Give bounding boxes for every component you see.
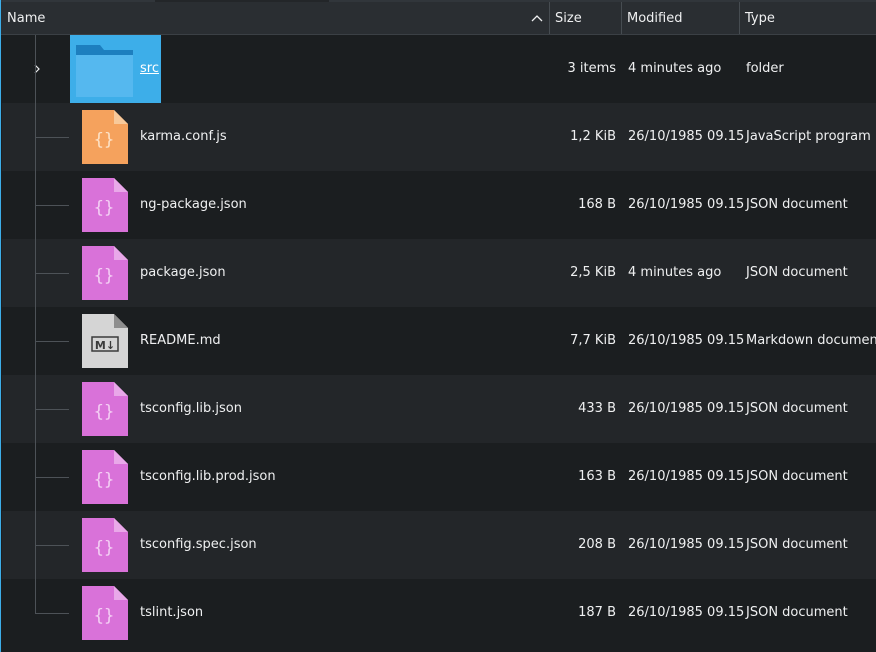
sort-ascending-icon bbox=[531, 15, 543, 22]
file-row[interactable]: {} tsconfig.spec.json 208 B 26/10/1985 0… bbox=[2, 511, 876, 579]
file-type: JSON document bbox=[746, 469, 848, 484]
svg-text:{}: {} bbox=[94, 198, 114, 218]
tree-guide-branch bbox=[35, 545, 69, 546]
tree-guide-branch bbox=[35, 273, 69, 274]
file-name: tslint.json bbox=[140, 605, 204, 620]
javascript-file-icon: {} bbox=[82, 110, 128, 164]
tree-guide-branch bbox=[35, 205, 69, 206]
column-header-name[interactable]: Name bbox=[1, 2, 550, 34]
file-modified: 26/10/1985 09.15 bbox=[628, 537, 745, 552]
svg-text:{}: {} bbox=[94, 266, 114, 286]
json-file-icon: {} bbox=[82, 586, 128, 640]
file-size: 163 B bbox=[578, 469, 616, 484]
json-file-icon: {} bbox=[82, 382, 128, 436]
svg-text:{}: {} bbox=[94, 130, 114, 150]
file-size: 3 items bbox=[567, 61, 616, 76]
column-header-type[interactable]: Type bbox=[740, 2, 876, 34]
file-type: JSON document bbox=[746, 605, 848, 620]
file-size: 1,2 KiB bbox=[570, 129, 616, 144]
svg-text:{}: {} bbox=[94, 470, 114, 490]
svg-text:{}: {} bbox=[94, 606, 114, 626]
file-size: 2,5 KiB bbox=[570, 265, 616, 280]
file-row[interactable]: {} karma.conf.js 1,2 KiB 26/10/1985 09.1… bbox=[2, 103, 876, 171]
tree-guide-branch bbox=[35, 341, 69, 342]
file-modified: 26/10/1985 09.15 bbox=[628, 333, 745, 348]
tree-guide-branch bbox=[35, 477, 69, 478]
json-file-icon: {} bbox=[82, 246, 128, 300]
file-name: tsconfig.lib.prod.json bbox=[140, 469, 276, 484]
column-header-name-label: Name bbox=[7, 11, 46, 26]
file-size: 208 B bbox=[578, 537, 616, 552]
column-header-modified-label: Modified bbox=[627, 11, 683, 26]
file-type: JavaScript program bbox=[746, 129, 871, 144]
markdown-file-icon: M↓ bbox=[82, 314, 128, 368]
file-type: Markdown document bbox=[746, 333, 876, 348]
file-type: JSON document bbox=[746, 197, 848, 212]
file-size: 187 B bbox=[578, 605, 616, 620]
file-name: tsconfig.lib.json bbox=[140, 401, 242, 416]
file-row[interactable]: {} tsconfig.lib.json 433 B 26/10/1985 09… bbox=[2, 375, 876, 443]
file-row[interactable]: {} ng-package.json 168 B 26/10/1985 09.1… bbox=[2, 171, 876, 239]
file-name: src bbox=[140, 61, 159, 76]
file-type: JSON document bbox=[746, 265, 848, 280]
file-size: 168 B bbox=[578, 197, 616, 212]
tree-guide-branch bbox=[35, 409, 69, 410]
file-row[interactable]: {} tsconfig.lib.prod.json 163 B 26/10/19… bbox=[2, 443, 876, 511]
file-row[interactable]: {} tslint.json 187 B 26/10/1985 09.15 JS… bbox=[2, 579, 876, 647]
file-modified: 26/10/1985 09.15 bbox=[628, 605, 745, 620]
file-type: folder bbox=[746, 61, 784, 76]
file-modified: 26/10/1985 09.15 bbox=[628, 401, 745, 416]
file-modified: 4 minutes ago bbox=[628, 61, 722, 76]
tree-guide-branch bbox=[35, 137, 69, 138]
svg-text:{}: {} bbox=[94, 538, 114, 558]
folder-icon bbox=[76, 45, 133, 97]
file-row[interactable]: src 3 items 4 minutes ago folder bbox=[2, 35, 876, 103]
column-header-type-label: Type bbox=[745, 11, 775, 26]
file-modified: 26/10/1985 09.15 bbox=[628, 129, 745, 144]
file-type: JSON document bbox=[746, 537, 848, 552]
json-file-icon: {} bbox=[82, 178, 128, 232]
json-file-icon: {} bbox=[82, 518, 128, 572]
file-name: tsconfig.spec.json bbox=[140, 537, 257, 552]
column-header-modified[interactable]: Modified bbox=[622, 2, 740, 34]
column-header-size-label: Size bbox=[555, 11, 582, 26]
column-header-bar: Name Size Modified Type bbox=[1, 2, 876, 35]
file-row[interactable]: {} package.json 2,5 KiB 4 minutes ago JS… bbox=[2, 239, 876, 307]
file-name: ng-package.json bbox=[140, 197, 247, 212]
file-type: JSON document bbox=[746, 401, 848, 416]
file-modified: 26/10/1985 09.15 bbox=[628, 469, 745, 484]
svg-text:{}: {} bbox=[94, 402, 114, 422]
file-name: karma.conf.js bbox=[140, 129, 227, 144]
chevron-right-icon[interactable] bbox=[32, 63, 42, 75]
file-name: package.json bbox=[140, 265, 226, 280]
file-modified: 26/10/1985 09.15 bbox=[628, 197, 745, 212]
file-size: 7,7 KiB bbox=[570, 333, 616, 348]
tree-guide-vertical bbox=[35, 35, 36, 613]
file-view: Name Size Modified Type src 3 items 4 mi… bbox=[0, 0, 876, 652]
column-header-size[interactable]: Size bbox=[550, 2, 622, 34]
file-modified: 4 minutes ago bbox=[628, 265, 722, 280]
svg-text:M↓: M↓ bbox=[95, 339, 115, 352]
file-name: README.md bbox=[140, 333, 221, 348]
file-row[interactable]: M↓ README.md 7,7 KiB 26/10/1985 09.15 Ma… bbox=[2, 307, 876, 375]
file-size: 433 B bbox=[578, 401, 616, 416]
json-file-icon: {} bbox=[82, 450, 128, 504]
tree-guide-branch bbox=[35, 613, 69, 614]
